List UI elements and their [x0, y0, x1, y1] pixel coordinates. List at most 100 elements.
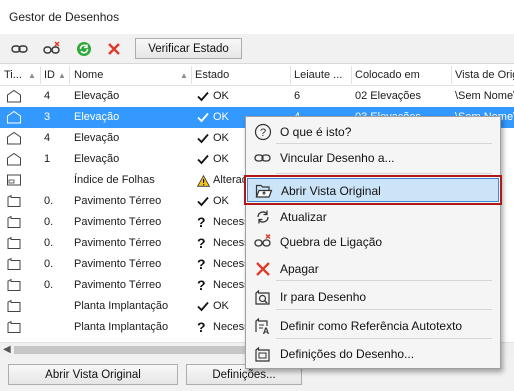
menu-separator	[276, 338, 492, 339]
cell-name: Pavimento Térreo	[74, 216, 162, 228]
menu-item-break-link[interactable]: Quebra de Ligação	[247, 230, 499, 254]
menu-item-label: Abrir Vista Original	[281, 184, 381, 198]
cell-id: 4	[44, 132, 51, 144]
column-header-name[interactable]: Nome	[74, 69, 103, 81]
cell-name: Elevação	[74, 132, 120, 144]
open-folder-icon	[255, 182, 273, 200]
cell-name: Elevação	[74, 90, 120, 102]
column-divider[interactable]	[40, 66, 41, 84]
menu-item-link-drawing[interactable]: Vincular Desenho a...	[247, 146, 499, 170]
column-header-source[interactable]: Vista de Orig	[455, 69, 514, 81]
cell-status: OK	[213, 111, 229, 123]
drawing-icon	[6, 236, 22, 250]
cell-id: 0.	[44, 216, 54, 228]
delete-icon[interactable]	[105, 40, 123, 58]
column-divider[interactable]	[191, 66, 192, 84]
verify-status-button[interactable]: Verificar Estado	[135, 38, 242, 59]
cell-status: OK	[213, 132, 229, 144]
update-icon	[254, 208, 272, 226]
cell-layout: 6	[294, 90, 301, 102]
cell-status: OK	[213, 195, 229, 207]
elevation-icon	[6, 110, 22, 124]
column-divider[interactable]	[451, 66, 452, 84]
drawing-icon	[6, 257, 22, 271]
column-header-type[interactable]: Ti...	[4, 69, 22, 81]
window-title: Gestor de Desenhos	[9, 10, 120, 24]
column-header-id[interactable]: ID	[44, 69, 55, 81]
cell-name: Planta Implantação	[74, 321, 169, 333]
check-icon	[197, 301, 209, 315]
scroll-left-icon[interactable]: ◀	[3, 344, 11, 355]
drawing-settings-icon	[254, 345, 272, 363]
cell-name: Pavimento Térreo	[74, 195, 162, 207]
menu-item-label: Definir como Referência Autotexto	[280, 319, 463, 333]
window-title-bar: Gestor de Desenhos	[0, 0, 514, 34]
open-original-view-button[interactable]: Abrir Vista Original	[8, 364, 178, 385]
delete-icon	[254, 260, 272, 278]
cell-name: Pavimento Térreo	[74, 279, 162, 291]
table-header: Ti... ▲ ID ▲ Nome ▲ Estado Leiaute ... C…	[0, 64, 514, 86]
break-link-icon	[254, 233, 272, 251]
question-icon: ?	[197, 256, 206, 272]
cell-name: Pavimento Térreo	[74, 258, 162, 270]
svg-text:?: ?	[260, 127, 266, 139]
menu-item-delete[interactable]: Apagar	[247, 257, 499, 281]
menu-item-label: Vincular Desenho a...	[280, 151, 395, 165]
cell-status: OK	[213, 300, 229, 312]
question-icon: ?	[197, 319, 206, 335]
menu-item-label: O que é isto?	[280, 125, 352, 139]
drawing-icon	[6, 278, 22, 292]
drawing-icon	[6, 299, 22, 313]
cell-source: \Sem Nome\	[455, 90, 514, 102]
menu-item-label: Apagar	[280, 262, 319, 276]
cell-name: Pavimento Térreo	[74, 237, 162, 249]
drawing-icon	[6, 215, 22, 229]
cell-status: OK	[213, 153, 229, 165]
sort-arrow-icon: ▲	[180, 71, 188, 80]
cell-id: 0.	[44, 237, 54, 249]
svg-text:A: A	[263, 326, 270, 335]
link-drawing-icon	[254, 149, 272, 167]
column-header-status[interactable]: Estado	[195, 69, 229, 81]
menu-item-drawing-settings[interactable]: Definições do Desenho...	[247, 342, 499, 366]
elevation-icon	[6, 89, 22, 103]
cell-placed: 02 Elevações	[355, 90, 422, 102]
cell-name: Índice de Folhas	[74, 174, 155, 186]
sort-arrow-icon: ▲	[58, 71, 66, 80]
column-divider[interactable]	[351, 66, 352, 84]
menu-item-go-to-drawing[interactable]: Ir para Desenho	[247, 285, 499, 309]
warning-icon	[196, 174, 211, 190]
sort-arrow-icon: ▲	[28, 71, 36, 80]
menu-item-autotext[interactable]: A Definir como Referência Autotexto	[247, 314, 499, 338]
scrollbar-thumb[interactable]	[14, 346, 254, 354]
link-drawing-icon[interactable]	[11, 40, 29, 58]
menu-item-label: Definições do Desenho...	[280, 347, 415, 361]
column-header-layout[interactable]: Leiaute ...	[294, 69, 342, 81]
question-icon: ?	[197, 214, 206, 230]
break-link-icon[interactable]	[43, 40, 61, 58]
column-divider[interactable]	[69, 66, 70, 84]
cell-name: Planta Implantação	[74, 300, 169, 312]
menu-separator	[276, 309, 492, 310]
cell-id: 4	[44, 90, 51, 102]
cell-id: 0.	[44, 258, 54, 270]
update-icon[interactable]	[75, 40, 93, 58]
cell-id: 1	[44, 153, 51, 165]
cell-id: 0.	[44, 279, 54, 291]
check-icon	[197, 91, 209, 105]
check-icon	[197, 112, 209, 126]
help-icon: ?	[254, 123, 272, 141]
drawing-icon	[6, 320, 22, 334]
question-icon: ?	[197, 277, 206, 293]
column-divider[interactable]	[290, 66, 291, 84]
menu-item-label: Atualizar	[280, 210, 327, 224]
column-header-placed[interactable]: Colocado em	[355, 69, 420, 81]
menu-item-help[interactable]: ? O que é isto?	[247, 120, 499, 144]
context-menu: ? O que é isto? Vincular Desenho a... Abrir…	[244, 116, 502, 369]
menu-item-open-folder[interactable]: Abrir Vista Original	[244, 175, 502, 205]
menu-item-label: Ir para Desenho	[280, 290, 367, 304]
elevation-icon	[6, 131, 22, 145]
cell-name: Elevação	[74, 111, 120, 123]
menu-item-update[interactable]: Atualizar	[247, 205, 499, 229]
table-row[interactable]: 4 Elevação OK 6 02 Elevações \Sem Nome\	[0, 86, 514, 107]
